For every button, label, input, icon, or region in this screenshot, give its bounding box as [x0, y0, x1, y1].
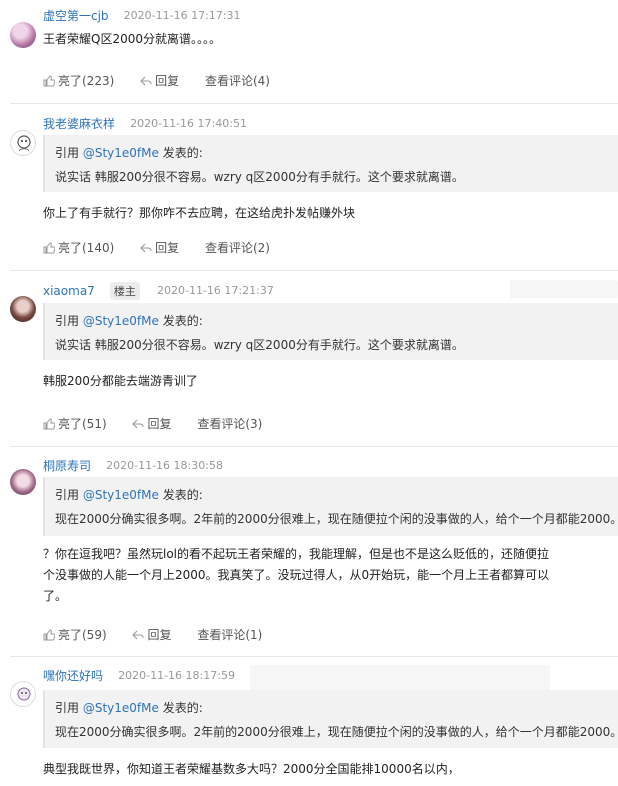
mention-link[interactable]: @Sty1e0fMe — [83, 314, 159, 328]
post-time: 2020-11-16 17:40:51 — [130, 117, 247, 130]
reply-button[interactable]: 回复 — [140, 72, 179, 89]
avatar[interactable] — [10, 681, 36, 707]
comment-actions: 亮了(59) 回复 查看评论(1) — [43, 626, 284, 643]
quote-prefix: 引用 — [55, 146, 83, 160]
thumbs-up-icon — [43, 75, 56, 87]
post-time: 2020-11-16 17:17:31 — [123, 9, 241, 22]
quote-block: 引用 @Sty1e0fMe 发表的: 现在2000分确实很多啊。2年前的2000… — [43, 690, 618, 748]
quote-suffix: 发表的: — [158, 488, 203, 502]
quote-text: 现在2000分确实很多啊。2年前的2000分很难上，现在随便拉个闲的没事做的人，… — [55, 725, 618, 739]
avatar-illustration — [17, 135, 31, 152]
reply-label: 回复 — [155, 74, 180, 88]
thumbs-up-icon — [43, 629, 56, 641]
like-button[interactable]: 亮了(51) — [43, 415, 107, 432]
like-count: 亮了(223) — [58, 74, 115, 88]
comment-actions: 亮了(223) 回复 查看评论(4) — [43, 72, 292, 89]
comment-actions: 亮了(51) 回复 查看评论(3) — [43, 415, 284, 432]
comment-text: 你上了有手就行？那你咋不去应聘，在这给虎扑发帖赚外块 — [43, 206, 356, 220]
reply-icon — [140, 76, 152, 86]
reply-icon — [132, 419, 145, 429]
reply-button[interactable]: 回复 — [140, 239, 179, 256]
divider — [10, 270, 618, 271]
reply-label: 回复 — [147, 628, 172, 642]
avatar[interactable] — [10, 22, 36, 48]
post-time: 2020-11-16 18:17:59 — [118, 669, 235, 682]
avatar-illustration — [17, 687, 31, 701]
quote-prefix: 引用 — [55, 488, 83, 502]
quote-prefix: 引用 — [55, 701, 83, 715]
quote-text: 说实话 韩服200分很不容易。wzry q区2000分有手就行。这个要求就离谱。 — [55, 338, 464, 352]
comment-actions: 亮了(140) 回复 查看评论(2) — [43, 239, 292, 256]
comment-line: 个没事做的人能一个月上2000。我真笑了。没玩过得人，从0开始玩，能一个月上王者… — [43, 568, 550, 582]
comment-text: ？你在逗我吧？虽然玩lol的看不起玩王者荣耀的，我能理解，但是也不是这么贬低的，… — [43, 544, 549, 607]
view-comments-link[interactable]: 查看评论(1) — [197, 626, 262, 643]
username[interactable]: 桐原寿司 — [43, 459, 91, 473]
reply-button[interactable]: 回复 — [132, 415, 171, 432]
quote-prefix: 引用 — [55, 314, 83, 328]
mention-link[interactable]: @Sty1e0fMe — [83, 701, 159, 715]
avatar[interactable] — [10, 469, 36, 495]
like-button[interactable]: 亮了(223) — [43, 72, 114, 89]
quote-text: 说实话 韩服200分很不容易。wzry q区2000分有手就行。这个要求就离谱。 — [55, 170, 464, 184]
post-time: 2020-11-16 18:30:58 — [106, 459, 223, 472]
view-comments-link[interactable]: 查看评论(4) — [205, 72, 270, 89]
op-badge: 楼主 — [109, 281, 140, 300]
view-comments-link[interactable]: 查看评论(3) — [197, 415, 262, 432]
reply-icon — [132, 630, 145, 640]
quote-suffix: 发表的: — [158, 701, 203, 715]
comment-text: 韩服200分都能去端游青训了 — [43, 374, 198, 388]
like-button[interactable]: 亮了(140) — [43, 239, 114, 256]
divider — [10, 656, 618, 657]
view-comments-link[interactable]: 查看评论(2) — [205, 239, 270, 256]
mention-link[interactable]: @Sty1e0fMe — [83, 488, 159, 502]
quote-suffix: 发表的: — [158, 314, 203, 328]
like-count: 亮了(59) — [58, 628, 107, 642]
like-count: 亮了(51) — [58, 417, 107, 431]
comment-text: 王者荣耀Q区2000分就离谱。。。。 — [43, 32, 221, 46]
quote-block: 引用 @Sty1e0fMe 发表的: 说实话 韩服200分很不容易。wzry q… — [43, 303, 618, 360]
username[interactable]: 嘿你还好吗 — [43, 669, 103, 683]
mention-link[interactable]: @Sty1e0fMe — [83, 146, 159, 160]
username[interactable]: 我老婆麻衣样 — [43, 117, 115, 131]
reply-button[interactable]: 回复 — [132, 626, 171, 643]
like-button[interactable]: 亮了(59) — [43, 626, 107, 643]
comment-line: ？你在逗我吧？虽然玩lol的看不起玩王者荣耀的，我能理解，但是也不是这么贬低的，… — [43, 547, 550, 561]
username[interactable]: 虚空第一cjb — [43, 9, 109, 23]
thumbs-up-icon — [43, 242, 56, 254]
avatar[interactable] — [10, 296, 36, 322]
reply-label: 回复 — [155, 241, 180, 255]
reply-icon — [140, 243, 152, 253]
like-count: 亮了(140) — [58, 241, 115, 255]
post-time: 2020-11-16 17:21:37 — [157, 284, 274, 297]
reply-label: 回复 — [147, 417, 172, 431]
avatar[interactable] — [10, 130, 36, 156]
username[interactable]: xiaoma7 — [43, 284, 95, 298]
divider — [10, 103, 618, 104]
thumbs-up-icon — [43, 418, 56, 430]
blurred-area — [510, 280, 618, 298]
quote-suffix: 发表的: — [158, 146, 203, 160]
quote-block: 引用 @Sty1e0fMe 发表的: 说实话 韩服200分很不容易。wzry q… — [43, 135, 618, 192]
comment-line: 了。 — [43, 589, 68, 603]
quote-text: 现在2000分确实很多啊。2年前的2000分很难上，现在随便拉个闲的没事做的人，… — [55, 512, 618, 526]
divider — [10, 446, 618, 447]
quote-block: 引用 @Sty1e0fMe 发表的: 现在2000分确实很多啊。2年前的2000… — [43, 477, 618, 536]
comment-text: 典型我既世界，你知道王者荣耀基数多大吗？2000分全国能排10000名以内， — [43, 762, 460, 776]
